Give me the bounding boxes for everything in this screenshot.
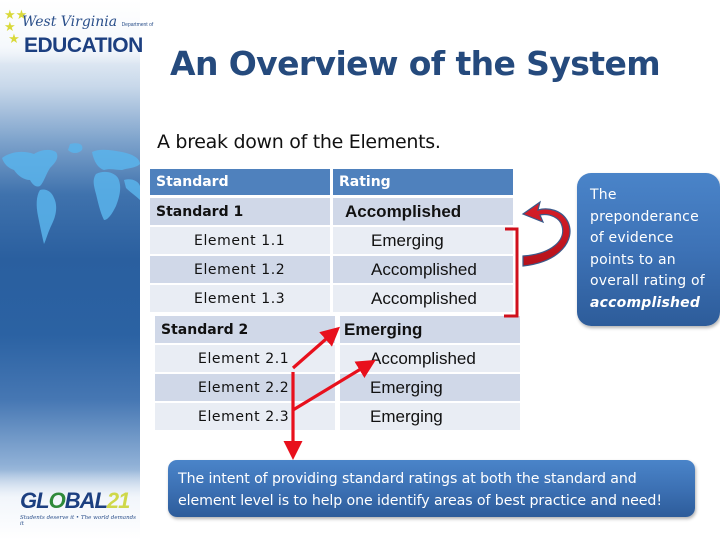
table-row-element: Element 1.3 Accomplished bbox=[150, 285, 513, 312]
g21-text-a: GL bbox=[20, 488, 50, 513]
table-row-standard: Standard 1 Accomplished bbox=[150, 198, 513, 225]
g21-text-b: BAL bbox=[64, 488, 108, 513]
wv-education-logo: ★★ ★ ★ West Virginia Department of EDUCAT… bbox=[4, 9, 153, 60]
row-rating: Accomplished bbox=[340, 345, 520, 372]
logo-script-text: West Virginia bbox=[22, 14, 118, 30]
callout-line: preponderance bbox=[590, 208, 699, 225]
row-rating: Emerging bbox=[340, 403, 520, 430]
row-label: Standard 1 bbox=[150, 198, 330, 225]
logo-small-text: Department of bbox=[121, 22, 154, 28]
row-rating: Emerging bbox=[340, 374, 520, 401]
table-row-element: Element 2.3 Emerging bbox=[155, 403, 520, 430]
evidence-callout: The preponderance of evidence points to … bbox=[577, 173, 720, 326]
table-row-element: Element 2.1 Accomplished bbox=[155, 345, 520, 372]
table-row-standard: Standard 2 Emerging bbox=[155, 316, 520, 343]
callout-emphasis: accomplished bbox=[590, 294, 701, 311]
left-decorative-panel: ★★ ★ ★ West Virginia Department of EDUCAT… bbox=[0, 0, 153, 540]
table-row-element: Element 1.1 Emerging bbox=[150, 227, 513, 254]
callout-line: overall rating of bbox=[590, 273, 705, 289]
row-label: Standard 2 bbox=[155, 316, 335, 343]
row-rating: Emerging bbox=[333, 227, 513, 254]
row-label: Element 2.2 bbox=[155, 374, 335, 401]
row-rating: Accomplished bbox=[333, 256, 513, 283]
callout-line: The bbox=[590, 187, 617, 203]
page-title: An Overview of the System bbox=[170, 44, 661, 83]
row-label: Element 2.1 bbox=[155, 345, 335, 372]
table-header-row: Standard Rating bbox=[150, 169, 513, 195]
header-standard: Standard bbox=[150, 169, 330, 195]
callout-line: The intent of providing standard ratings… bbox=[178, 471, 637, 487]
row-rating: Accomplished bbox=[333, 198, 513, 225]
row-rating: Accomplished bbox=[333, 285, 513, 312]
curved-arrow-icon bbox=[521, 200, 571, 267]
row-label: Element 1.2 bbox=[150, 256, 330, 283]
callout-line: of evidence bbox=[590, 230, 674, 246]
intent-callout: The intent of providing standard ratings… bbox=[168, 460, 695, 517]
globe-icon: O bbox=[48, 488, 66, 513]
row-label: Element 1.3 bbox=[150, 285, 330, 312]
global21-logo: GLOBAL21 Students deserve it • The world… bbox=[20, 488, 140, 528]
callout-line: points to an bbox=[590, 251, 676, 268]
table-row-element: Element 1.2 Accomplished bbox=[150, 256, 513, 283]
row-label: Element 1.1 bbox=[150, 227, 330, 254]
g21-tagline: Students deserve it • The world demands … bbox=[20, 515, 136, 527]
g21-number: 21 bbox=[106, 488, 131, 513]
world-map-icon bbox=[2, 143, 140, 244]
subtitle: A break down of the Elements. bbox=[157, 131, 441, 153]
table-row-element: Element 2.2 Emerging bbox=[155, 374, 520, 401]
row-label: Element 2.3 bbox=[155, 403, 335, 430]
row-rating: Emerging bbox=[340, 316, 520, 343]
header-rating: Rating bbox=[333, 169, 513, 195]
callout-line: element level is to help one identify ar… bbox=[178, 493, 662, 509]
logo-main-text: EDUCATION bbox=[24, 34, 143, 57]
